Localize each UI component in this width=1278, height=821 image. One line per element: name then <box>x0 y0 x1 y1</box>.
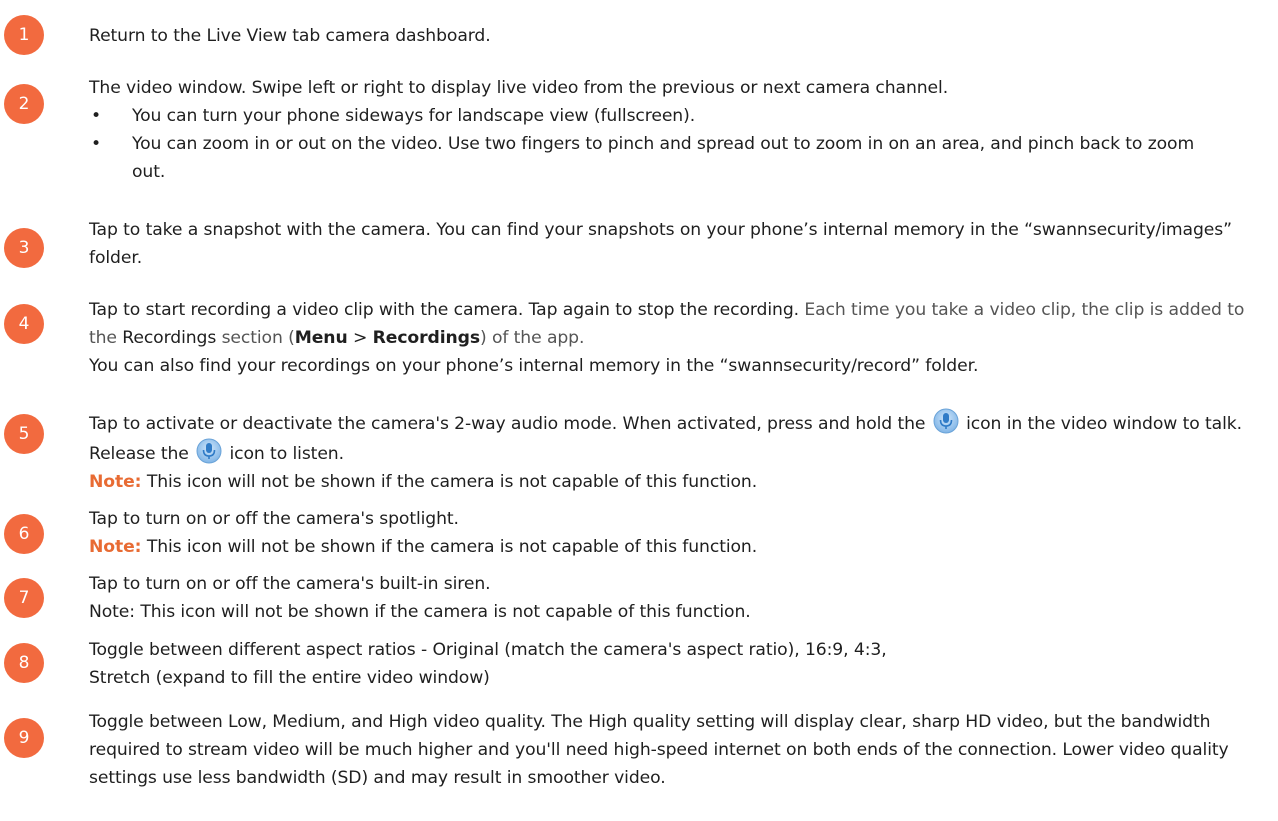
step-number-badge: 6 <box>4 514 44 554</box>
step-5-text: Tap to activate or deactivate the camera… <box>89 408 1269 496</box>
step-1-text: Return to the Live View tab camera dashb… <box>89 26 491 46</box>
bullet-item: You can turn your phone sideways for lan… <box>89 102 1269 130</box>
step-9-text: Toggle between Low, Medium, and High vid… <box>89 712 1229 788</box>
step-number-badge: 9 <box>4 718 44 758</box>
step-number-badge: 2 <box>4 84 44 124</box>
bullet-list: You can turn your phone sideways for lan… <box>89 102 1269 186</box>
note-label: Note: <box>89 537 142 557</box>
step-number-badge: 8 <box>4 643 44 683</box>
step-3-text: Tap to take a snapshot with the camera. … <box>89 220 1232 268</box>
microphone-icon <box>196 438 222 464</box>
step-4-text: Tap to start recording a video clip with… <box>89 300 1245 376</box>
step-7-text: Tap to turn on or off the camera's built… <box>89 574 751 622</box>
microphone-icon <box>933 408 959 434</box>
step-6-text: Tap to turn on or off the camera's spotl… <box>89 509 758 557</box>
note-label: Note: <box>89 472 142 492</box>
step-number-badge: 7 <box>4 578 44 618</box>
step-number-badge: 4 <box>4 304 44 344</box>
step-2-text: The video window. Swipe left or right to… <box>89 74 1269 186</box>
step-8-text: Toggle between different aspect ratios -… <box>89 640 887 688</box>
step-number-badge: 3 <box>4 228 44 268</box>
step-number-badge: 5 <box>4 414 44 454</box>
step-number-badge: 1 <box>4 15 44 55</box>
bullet-item: You can zoom in or out on the video. Use… <box>89 130 1222 186</box>
